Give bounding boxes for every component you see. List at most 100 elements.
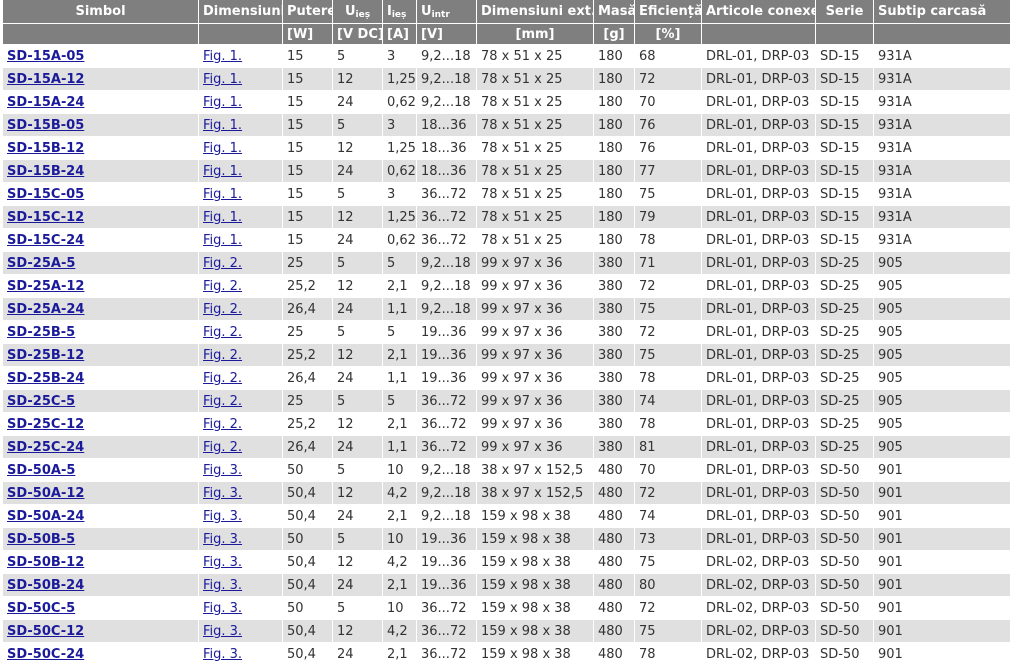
product-link[interactable]: SD-25C-24 xyxy=(7,440,84,455)
figure-link[interactable]: Fig. 3. xyxy=(203,624,242,639)
product-link[interactable]: SD-15B-12 xyxy=(7,141,84,156)
figure-link[interactable]: Fig. 2. xyxy=(203,325,242,340)
product-link[interactable]: SD-50B-24 xyxy=(7,578,84,593)
cell-eficienta: 77 xyxy=(635,160,702,183)
product-link[interactable]: SD-25C-5 xyxy=(7,394,75,409)
table-row: SD-15B-12 Fig. 1. 15 12 1,25 18...36 78 x 51 x… xyxy=(3,137,1011,160)
cell-uies: 24 xyxy=(333,229,383,252)
header-iies: Iieș xyxy=(383,0,417,24)
cell-eficienta: 72 xyxy=(635,68,702,91)
product-link[interactable]: SD-15B-24 xyxy=(7,164,84,179)
cell-articole: DRL-01, DRP-03 xyxy=(702,68,816,91)
product-link[interactable]: SD-15A-05 xyxy=(7,49,84,64)
cell-dimensiuni: Fig. 2. xyxy=(199,367,283,390)
figure-link[interactable]: Fig. 1. xyxy=(203,95,242,110)
table-row: SD-50C-24 Fig. 3. 50,4 24 2,1 36...72 159 x 98… xyxy=(3,643,1011,666)
cell-eficienta: 75 xyxy=(635,298,702,321)
product-link[interactable]: SD-25B-24 xyxy=(7,371,84,386)
product-link[interactable]: SD-50B-5 xyxy=(7,532,75,547)
table-row: SD-15C-24 Fig. 1. 15240,62536...7278 x 51 … xyxy=(3,229,1011,252)
table-row: SD-15C-12 Fig. 1. 15 12 1,25 36...72 78 x 51 x… xyxy=(3,206,1011,229)
cell-articole: DRL-01, DRP-03 xyxy=(702,137,816,160)
figure-link[interactable]: Fig. 3. xyxy=(203,555,242,570)
cell-uies: 12 xyxy=(333,344,383,367)
unit-simbol xyxy=(3,24,199,45)
cell-serie: SD-25 xyxy=(816,344,874,367)
cell-putere: 50,4 xyxy=(283,505,333,528)
cell-iies: 1,1 xyxy=(383,298,417,321)
cell-dimext: 99 x 97 x 36 xyxy=(477,252,594,275)
product-link[interactable]: SD-25A-5 xyxy=(7,256,75,271)
figure-link[interactable]: Fig. 1. xyxy=(203,233,242,248)
product-link[interactable]: SD-15A-24 xyxy=(7,95,84,110)
cell-dimensiuni: Fig. 3. xyxy=(199,505,283,528)
product-link[interactable]: SD-15C-12 xyxy=(7,210,84,225)
cell-putere: 50,4 xyxy=(283,551,333,574)
cell-articole: DRL-01, DRP-03 xyxy=(702,528,816,551)
figure-link[interactable]: Fig. 3. xyxy=(203,532,242,547)
figure-link[interactable]: Fig. 2. xyxy=(203,371,242,386)
figure-link[interactable]: Fig. 1. xyxy=(203,72,242,87)
cell-subtip: 901 xyxy=(874,551,1011,574)
figure-link[interactable]: Fig. 3. xyxy=(203,601,242,616)
figure-link[interactable]: Fig. 2. xyxy=(203,348,242,363)
product-link[interactable]: SD-15A-12 xyxy=(7,72,84,87)
cell-serie: SD-25 xyxy=(816,298,874,321)
figure-link[interactable]: Fig. 2. xyxy=(203,417,242,432)
product-link[interactable]: SD-15C-24 xyxy=(7,233,84,248)
figure-link[interactable]: Fig. 1. xyxy=(203,210,242,225)
figure-link[interactable]: Fig. 3. xyxy=(203,647,242,662)
figure-link[interactable]: Fig. 1. xyxy=(203,187,242,202)
cell-subtip: 901 xyxy=(874,459,1011,482)
cell-dimensiuni: Fig. 3. xyxy=(199,597,283,620)
product-link[interactable]: SD-50C-12 xyxy=(7,624,84,639)
cell-putere: 15 xyxy=(283,45,333,68)
cell-putere: 25 xyxy=(283,321,333,344)
header-uies-subscript: ieș xyxy=(355,9,371,20)
product-link[interactable]: SD-25B-5 xyxy=(7,325,75,340)
header-simbol: Simbol xyxy=(3,0,199,24)
product-link[interactable]: SD-15C-05 xyxy=(7,187,84,202)
figure-link[interactable]: Fig. 1. xyxy=(203,118,242,133)
cell-dimensiuni: Fig. 1. xyxy=(199,229,283,252)
cell-simbol: SD-15B-24 xyxy=(3,160,199,183)
figure-link[interactable]: Fig. 2. xyxy=(203,440,242,455)
cell-putere: 25 xyxy=(283,252,333,275)
cell-eficienta: 68 xyxy=(635,45,702,68)
cell-uies: 12 xyxy=(333,206,383,229)
product-link[interactable]: SD-50A-24 xyxy=(7,509,84,524)
cell-uintr: 18...36 xyxy=(417,160,477,183)
product-link[interactable]: SD-25B-12 xyxy=(7,348,84,363)
product-link[interactable]: SD-50C-5 xyxy=(7,601,75,616)
cell-dimext: 99 x 97 x 36 xyxy=(477,390,594,413)
figure-link[interactable]: Fig. 2. xyxy=(203,394,242,409)
figure-link[interactable]: Fig. 1. xyxy=(203,141,242,156)
cell-iies: 2,1 xyxy=(383,413,417,436)
figure-link[interactable]: Fig. 3. xyxy=(203,578,242,593)
cell-dimext: 78 x 51 x 25 xyxy=(477,160,594,183)
table-row: SD-50B-24 Fig. 3. 50,4 24 2,1 19...36 159 x 98… xyxy=(3,574,1011,597)
figure-link[interactable]: Fig. 2. xyxy=(203,256,242,271)
cell-subtip: 901 xyxy=(874,505,1011,528)
product-link[interactable]: SD-15B-05 xyxy=(7,118,84,133)
figure-link[interactable]: Fig. 3. xyxy=(203,463,242,478)
product-link[interactable]: SD-50A-12 xyxy=(7,486,84,501)
product-link[interactable]: SD-50A-5 xyxy=(7,463,75,478)
figure-link[interactable]: Fig. 1. xyxy=(203,49,242,64)
figure-link[interactable]: Fig. 2. xyxy=(203,302,242,317)
cell-eficienta: 76 xyxy=(635,114,702,137)
cell-eficienta: 71 xyxy=(635,252,702,275)
product-link[interactable]: SD-50C-24 xyxy=(7,647,84,662)
figure-link[interactable]: Fig. 2. xyxy=(203,279,242,294)
cell-eficienta: 73 xyxy=(635,528,702,551)
figure-link[interactable]: Fig. 1. xyxy=(203,164,242,179)
cell-simbol: SD-15B-12 xyxy=(3,137,199,160)
figure-link[interactable]: Fig. 3. xyxy=(203,509,242,524)
figure-link[interactable]: Fig. 3. xyxy=(203,486,242,501)
product-link[interactable]: SD-25C-12 xyxy=(7,417,84,432)
product-link[interactable]: SD-50B-12 xyxy=(7,555,84,570)
cell-dimext: 38 x 97 x 152,5 xyxy=(477,459,594,482)
cell-putere: 15 xyxy=(283,68,333,91)
product-link[interactable]: SD-25A-24 xyxy=(7,302,84,317)
product-link[interactable]: SD-25A-12 xyxy=(7,279,84,294)
